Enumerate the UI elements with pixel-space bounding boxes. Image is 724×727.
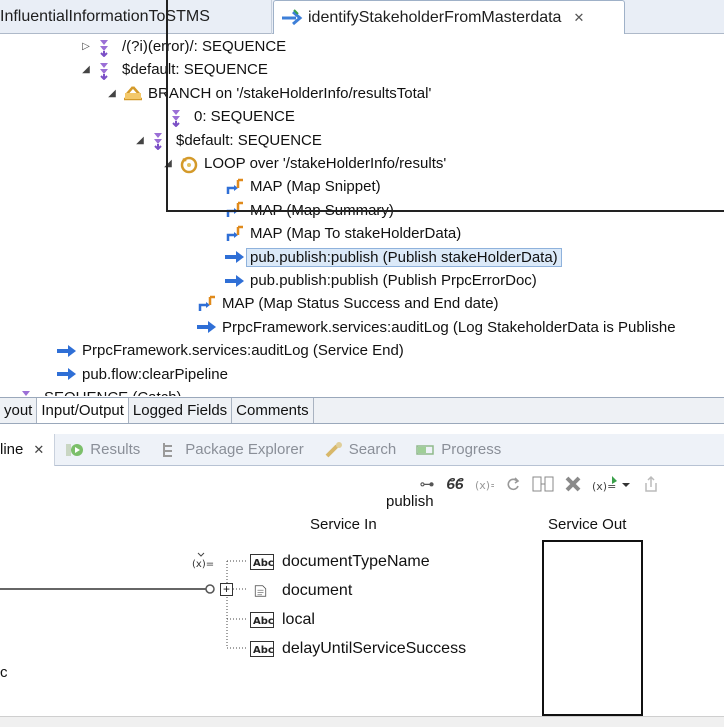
svg-text:Abc: Abc	[253, 616, 274, 627]
close-icon[interactable]: ✕	[33, 442, 44, 458]
set-variable-dropdown-icon[interactable]: (x)=	[592, 473, 632, 495]
sequence-icon	[100, 62, 108, 80]
invoke-icon	[225, 274, 244, 287]
set-value-icon[interactable]: (x)=	[474, 473, 494, 495]
tab-logged-fields[interactable]: Logged Fields	[129, 398, 233, 423]
flow-step-label: pub.publish:publish (Publish stakeHolder…	[246, 247, 562, 267]
view-tab-bar: line ✕ Results Package Explorer Search P…	[0, 433, 724, 466]
search-icon	[325, 441, 342, 457]
field-name: documentTypeName	[282, 553, 430, 570]
set-value-icon[interactable]: (x)=	[192, 552, 216, 570]
tab-progress[interactable]: Progress	[406, 434, 511, 466]
invoke-icon	[197, 321, 216, 334]
progress-icon	[416, 444, 434, 455]
flow-step-label: SEQUENCE (Catch)	[44, 389, 182, 396]
svg-text:Abc: Abc	[253, 558, 274, 569]
input-field-delayUntilServiceSuccess[interactable]: Abc delayUntilServiceSuccess	[250, 638, 466, 660]
horizontal-scrollbar[interactable]	[0, 716, 724, 727]
expand-toggle-icon[interactable]: ▷	[78, 41, 94, 52]
svg-text:(x)=: (x)=	[192, 559, 214, 570]
input-field-local[interactable]: Abc local	[250, 609, 315, 631]
svg-text:(x)=: (x)=	[475, 479, 494, 492]
field-name: local	[282, 611, 315, 628]
service-name-label: publish	[386, 493, 434, 510]
flow-step-row[interactable]: pub.flow:clearPipeline	[56, 363, 228, 386]
field-name: document	[282, 582, 353, 599]
map-icon	[226, 225, 243, 241]
tab-layout[interactable]: yout	[0, 398, 38, 423]
package-explorer-icon	[163, 442, 173, 457]
flow-step-label: MAP (Map Status Success and End date)	[222, 295, 499, 313]
tab-search[interactable]: Search	[314, 434, 407, 466]
flow-step-row[interactable]: SEQUENCE (Catch)	[18, 386, 182, 396]
service-in-label: Service In	[310, 516, 377, 533]
svg-text:Abc: Abc	[253, 645, 274, 656]
sequence-icon	[22, 390, 30, 396]
flow-step-row[interactable]: MAP (Map Status Success and End date)	[196, 292, 499, 315]
tab-pipeline[interactable]: line ✕	[0, 433, 56, 466]
tab-package-explorer[interactable]: Package Explorer	[150, 434, 313, 466]
sequence-icon	[100, 39, 108, 57]
tab-comments[interactable]: Comments	[232, 398, 314, 423]
service-out-area[interactable]	[542, 540, 643, 716]
expand-toggle-icon[interactable]: ◢	[132, 135, 148, 146]
flow-step-label: MAP (Map To stakeHolderData)	[250, 225, 462, 243]
flow-step-label: pub.publish:publish (Publish PrpcErrorDo…	[250, 272, 537, 289]
expand-toggle-icon[interactable]: ◢	[104, 88, 120, 99]
service-signature-frame	[166, 0, 724, 212]
branch-icon	[124, 86, 142, 101]
field-name: delayUntilServiceSuccess	[282, 640, 467, 657]
flow-step-row[interactable]: pub.publish:publish (Publish PrpcErrorDo…	[224, 269, 537, 292]
delete-icon[interactable]	[564, 473, 582, 495]
pipeline-toolbar: ⊶ ϐϐ (x)= (x)=	[418, 470, 724, 498]
expand-icon[interactable]: +	[220, 583, 233, 596]
refresh-icon[interactable]	[504, 473, 522, 495]
tab-results[interactable]: Results	[55, 434, 150, 466]
flow-step-row[interactable]: pub.publish:publish (Publish stakeHolder…	[224, 246, 562, 269]
document-type-icon	[254, 585, 267, 597]
tab-input-output[interactable]: Input/Output	[37, 398, 129, 423]
export-icon[interactable]	[642, 473, 660, 495]
input-field-documentTypeName[interactable]: Abc documentTypeName	[250, 551, 430, 573]
expand-toggle-icon[interactable]: ◢	[78, 64, 94, 75]
invoke-icon	[57, 344, 76, 357]
string-type-icon: Abc	[250, 641, 274, 657]
string-type-icon: Abc	[250, 612, 274, 628]
property-tab-bar: yout Input/Output Logged Fields Comments	[0, 397, 724, 424]
chain-icon[interactable]: ϐϐ	[446, 473, 464, 495]
results-icon	[66, 443, 84, 456]
invoke-icon	[57, 368, 76, 381]
flow-step-row[interactable]: PrpcFramework.services:auditLog (Service…	[56, 339, 404, 362]
invoke-icon	[225, 251, 244, 264]
flow-step-label: PrpcFramework.services:auditLog (Log Sta…	[222, 318, 676, 336]
map-icon	[198, 295, 215, 311]
service-out-label: Service Out	[548, 516, 627, 533]
flow-step-row[interactable]: MAP (Map To stakeHolderData)	[224, 222, 461, 245]
input-field-document[interactable]: document	[250, 580, 352, 602]
link-icon[interactable]: ⊶	[418, 473, 436, 495]
grid-map-icon[interactable]	[532, 473, 554, 495]
flow-step-row[interactable]: PrpcFramework.services:auditLog (Log Sta…	[196, 316, 676, 339]
flow-step-label: PrpcFramework.services:auditLog (Service…	[82, 342, 404, 360]
flow-step-label: pub.flow:clearPipeline	[82, 365, 228, 383]
string-type-icon: Abc	[250, 554, 274, 570]
